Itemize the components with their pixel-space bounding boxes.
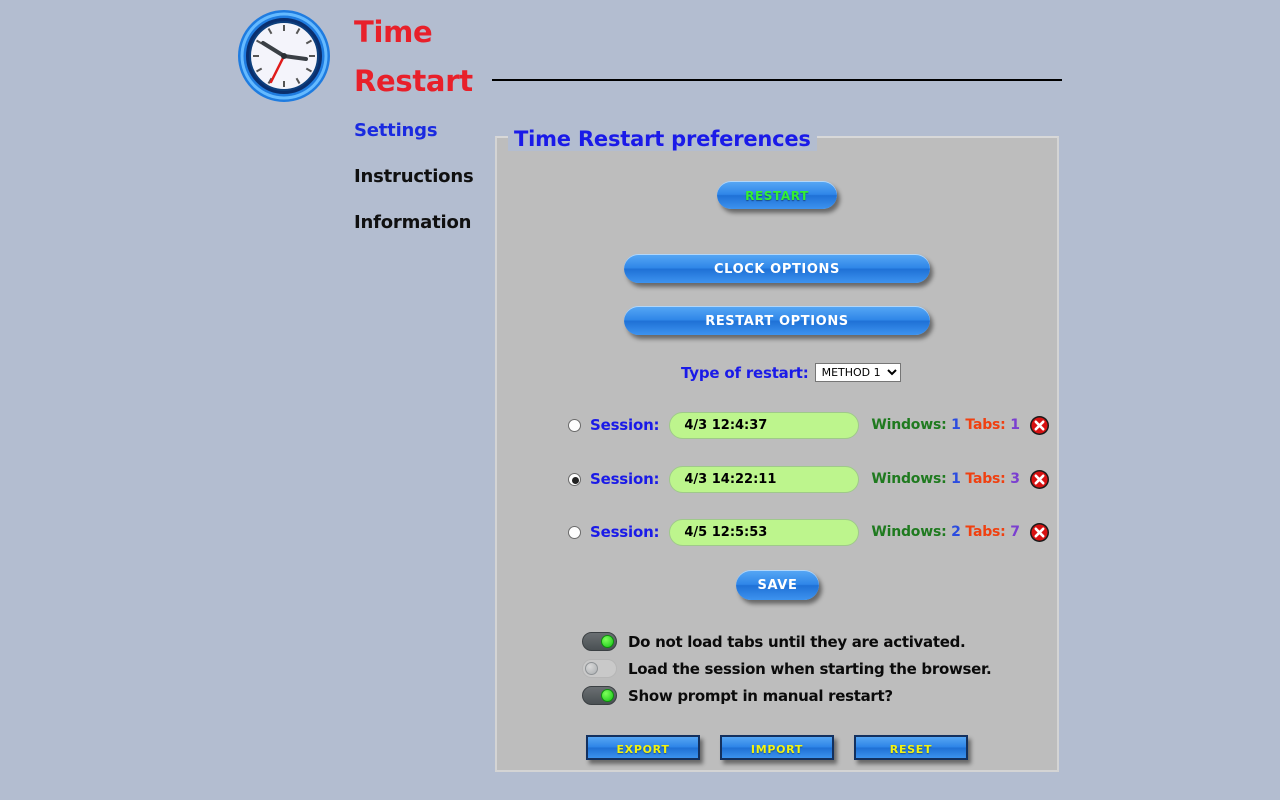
session-input[interactable] [669, 465, 860, 493]
session-label: Session: [590, 523, 660, 541]
restart-type-label: Type of restart: [681, 363, 809, 382]
toggle-switch[interactable] [582, 632, 617, 651]
bottom-button-bar: EXPORT IMPORT RESET [586, 735, 968, 760]
header-divider [492, 79, 1062, 81]
tabs-label: Tabs: [965, 524, 1006, 540]
windows-label: Windows: [871, 524, 947, 540]
windows-label: Windows: [871, 471, 947, 487]
export-button[interactable]: EXPORT [586, 735, 700, 760]
toggle-switch[interactable] [582, 686, 617, 705]
session-radio[interactable] [568, 472, 581, 486]
sidebar-nav: Settings Instructions Information [354, 120, 514, 258]
delete-circle-icon[interactable] [1029, 522, 1050, 543]
restart-button[interactable]: RESTART [717, 181, 837, 209]
restart-type-row: Type of restart: METHOD 1 [681, 363, 901, 382]
page-title: Time Restart preferences [508, 127, 817, 151]
tabs-label: Tabs: [965, 417, 1006, 433]
session-row: Session: Windows: 1 Tabs: 3 [568, 464, 1050, 494]
import-button[interactable]: IMPORT [720, 735, 834, 760]
restart-options-button[interactable]: RESTART OPTIONS [624, 306, 930, 335]
reset-button[interactable]: RESET [854, 735, 968, 760]
session-radio[interactable] [568, 525, 581, 539]
toggle-row-lazy-load: Do not load tabs until they are activate… [582, 628, 991, 655]
app-title-line1: Time [354, 15, 433, 49]
restart-type-select[interactable]: METHOD 1 [814, 363, 901, 382]
toggle-label: Show prompt in manual restart? [628, 686, 893, 705]
sidebar-item-settings[interactable]: Settings [354, 120, 514, 141]
windows-count: 2 [951, 524, 961, 540]
session-label: Session: [590, 470, 660, 488]
page-root: Time Restart Settings Instructions Infor… [0, 0, 1280, 800]
tabs-label: Tabs: [965, 471, 1006, 487]
session-radio[interactable] [568, 418, 581, 432]
toggle-label: Do not load tabs until they are activate… [628, 632, 966, 651]
session-meta: Windows: 2 Tabs: 7 [871, 524, 1020, 540]
toggle-row-load-on-start: Load the session when starting the brows… [582, 655, 992, 682]
clock-options-button[interactable]: CLOCK OPTIONS [624, 254, 930, 283]
sidebar-item-information[interactable]: Information [354, 212, 514, 233]
tabs-count: 3 [1010, 471, 1020, 487]
tabs-count: 7 [1010, 524, 1020, 540]
session-row: Session: Windows: 2 Tabs: 7 [568, 517, 1050, 547]
toggle-label: Load the session when starting the brows… [628, 659, 992, 678]
session-label: Session: [590, 416, 660, 434]
session-meta: Windows: 1 Tabs: 1 [871, 417, 1020, 433]
app-title-line2: Restart [354, 64, 473, 98]
toggle-row-show-prompt: Show prompt in manual restart? [582, 682, 991, 709]
save-button[interactable]: SAVE [736, 570, 819, 600]
toggle-switch[interactable] [582, 659, 617, 678]
app-title: Time Restart [354, 8, 473, 106]
session-input[interactable] [669, 411, 860, 439]
session-row: Session: Windows: 1 Tabs: 1 [568, 410, 1050, 440]
sidebar-item-instructions[interactable]: Instructions [354, 166, 514, 187]
windows-count: 1 [951, 471, 961, 487]
clock-icon [238, 10, 330, 102]
toggle-options: Do not load tabs until they are activate… [582, 628, 992, 709]
session-meta: Windows: 1 Tabs: 3 [871, 471, 1020, 487]
windows-count: 1 [951, 417, 961, 433]
tabs-count: 1 [1010, 417, 1020, 433]
delete-circle-icon[interactable] [1029, 415, 1050, 436]
windows-label: Windows: [871, 417, 947, 433]
delete-circle-icon[interactable] [1029, 469, 1050, 490]
session-input[interactable] [669, 518, 860, 546]
